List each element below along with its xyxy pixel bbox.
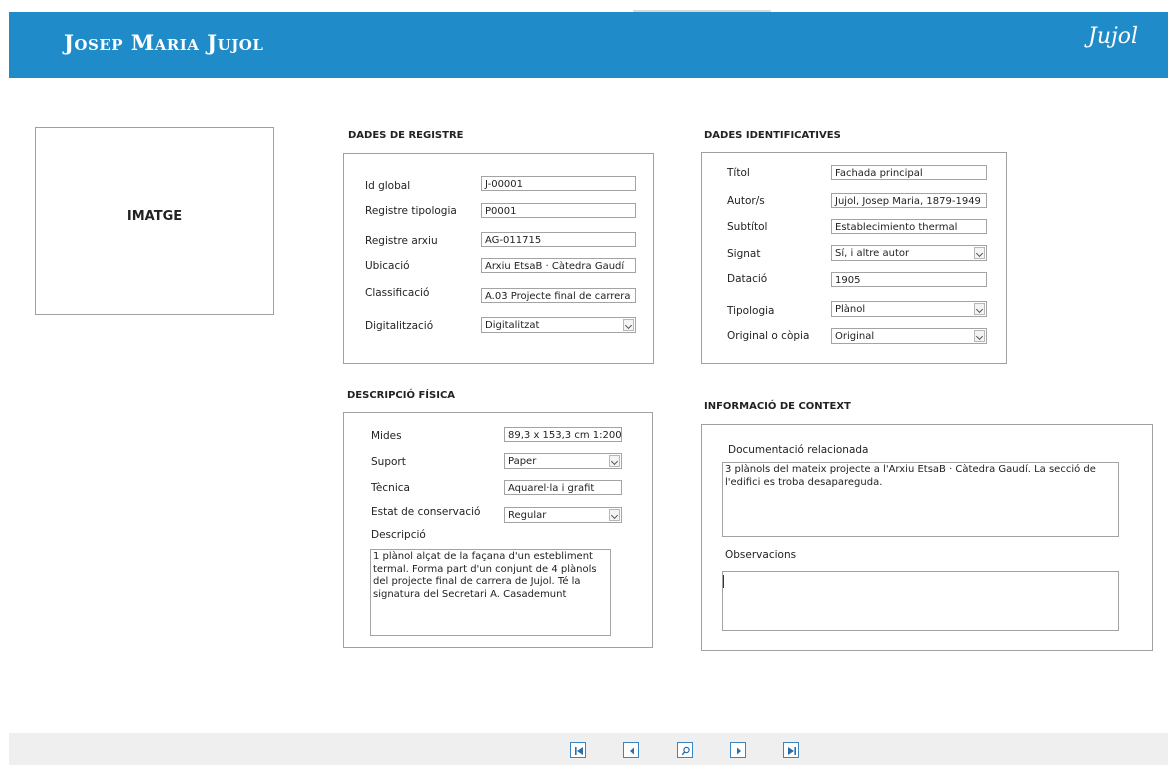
documentacio-textarea[interactable]: 3 plànols del mateix projecte a l'Arxiu …	[722, 462, 1119, 537]
descripcio-label: Descripció	[371, 529, 426, 541]
suport-value: Paper	[508, 456, 537, 467]
previous-record-button[interactable]	[623, 742, 639, 758]
original-value: Original	[835, 331, 875, 342]
registre-arxiu-label: Registre arxiu	[365, 235, 438, 247]
datacio-field[interactable]: 1905	[831, 272, 987, 287]
suport-select[interactable]: Paper	[504, 453, 622, 469]
chevron-down-icon[interactable]	[974, 330, 985, 342]
estat-select[interactable]: Regular	[504, 507, 622, 523]
tecnica-label: Tècnica	[371, 482, 410, 494]
chevron-down-icon[interactable]	[609, 509, 620, 521]
site-title[interactable]: Josep Maria Jujol	[64, 30, 263, 55]
tipologia-value: Plànol	[835, 304, 866, 315]
id-global-label: Id global	[365, 180, 411, 192]
titol-field[interactable]: Fachada principal	[831, 165, 987, 180]
tipologia-select[interactable]: Plànol	[831, 301, 987, 317]
digitalitzacio-select[interactable]: Digitalitzat	[481, 317, 636, 333]
text-cursor	[723, 575, 724, 588]
chevron-down-icon[interactable]	[974, 303, 985, 315]
ubicacio-field[interactable]: Arxiu EtsaB · Càtedra Gaudí	[481, 258, 636, 273]
registre-arxiu-field[interactable]: AG-011715	[481, 232, 636, 247]
previous-record-icon	[630, 747, 634, 755]
estat-label: Estat de conservació	[371, 506, 481, 518]
signature-logo: Jujol	[1088, 24, 1139, 49]
classificacio-label: Classificació	[365, 287, 430, 299]
autors-label: Autor/s	[727, 195, 765, 207]
subtitol-label: Subtítol	[727, 221, 768, 233]
original-label: Original o còpia	[727, 330, 810, 342]
observacions-textarea[interactable]	[722, 571, 1119, 631]
signat-value: Sí, i altre autor	[835, 248, 910, 259]
section-title-context: INFORMACIÓ DE CONTEXT	[704, 401, 851, 412]
next-record-icon	[737, 747, 741, 755]
autors-field[interactable]: Jujol, Josep Maria, 1879-1949	[831, 193, 987, 208]
subtitol-field[interactable]: Establecimiento thermal	[831, 219, 987, 234]
section-title-descripcio: DESCRIPCIÓ FÍSICA	[347, 390, 456, 401]
chevron-down-icon[interactable]	[609, 455, 620, 467]
chevron-down-icon[interactable]	[974, 247, 985, 259]
tipologia-label: Tipologia	[727, 305, 775, 317]
classificacio-field[interactable]: A.03 Projecte final de carrera	[481, 288, 636, 303]
first-record-icon	[575, 747, 583, 755]
original-select[interactable]: Original	[831, 328, 987, 344]
documentacio-label: Documentació relacionada	[728, 444, 869, 456]
datacio-label: Datació	[727, 273, 768, 285]
first-record-button[interactable]	[570, 742, 586, 758]
mides-label: Mides	[371, 430, 402, 442]
estat-value: Regular	[508, 510, 547, 521]
suport-label: Suport	[371, 456, 406, 468]
image-placeholder: IMATGE	[35, 127, 274, 315]
registre-tipologia-label: Registre tipologia	[365, 205, 457, 217]
signat-select[interactable]: Sí, i altre autor	[831, 245, 987, 261]
descripcio-textarea[interactable]: 1 plànol alçat de la façana d'un estebli…	[370, 549, 611, 636]
titol-label: Títol	[727, 167, 750, 179]
search-button[interactable]	[677, 742, 693, 758]
tecnica-field[interactable]: Aquarel·la i grafit	[504, 480, 622, 495]
image-placeholder-label: IMATGE	[126, 209, 183, 224]
section-title-identificatives: DADES IDENTIFICATIVES	[704, 130, 841, 141]
registre-tipologia-field[interactable]: P0001	[481, 203, 636, 218]
last-record-icon	[788, 747, 796, 755]
next-record-button[interactable]	[730, 742, 746, 758]
signat-label: Signat	[727, 248, 761, 260]
id-global-field[interactable]: J-00001	[481, 176, 636, 191]
search-icon	[681, 746, 690, 756]
last-record-button[interactable]	[783, 742, 799, 758]
chevron-down-icon[interactable]	[623, 319, 634, 331]
mides-field[interactable]: 89,3 x 153,3 cm 1:200	[504, 427, 622, 442]
section-title-registre: DADES DE REGISTRE	[348, 130, 464, 141]
digitalitzacio-label: Digitalització	[365, 320, 434, 332]
observacions-label: Observacions	[725, 549, 797, 561]
footer-bar	[9, 733, 1168, 765]
ubicacio-label: Ubicació	[365, 260, 410, 272]
digitalitzacio-value: Digitalitzat	[485, 320, 540, 331]
